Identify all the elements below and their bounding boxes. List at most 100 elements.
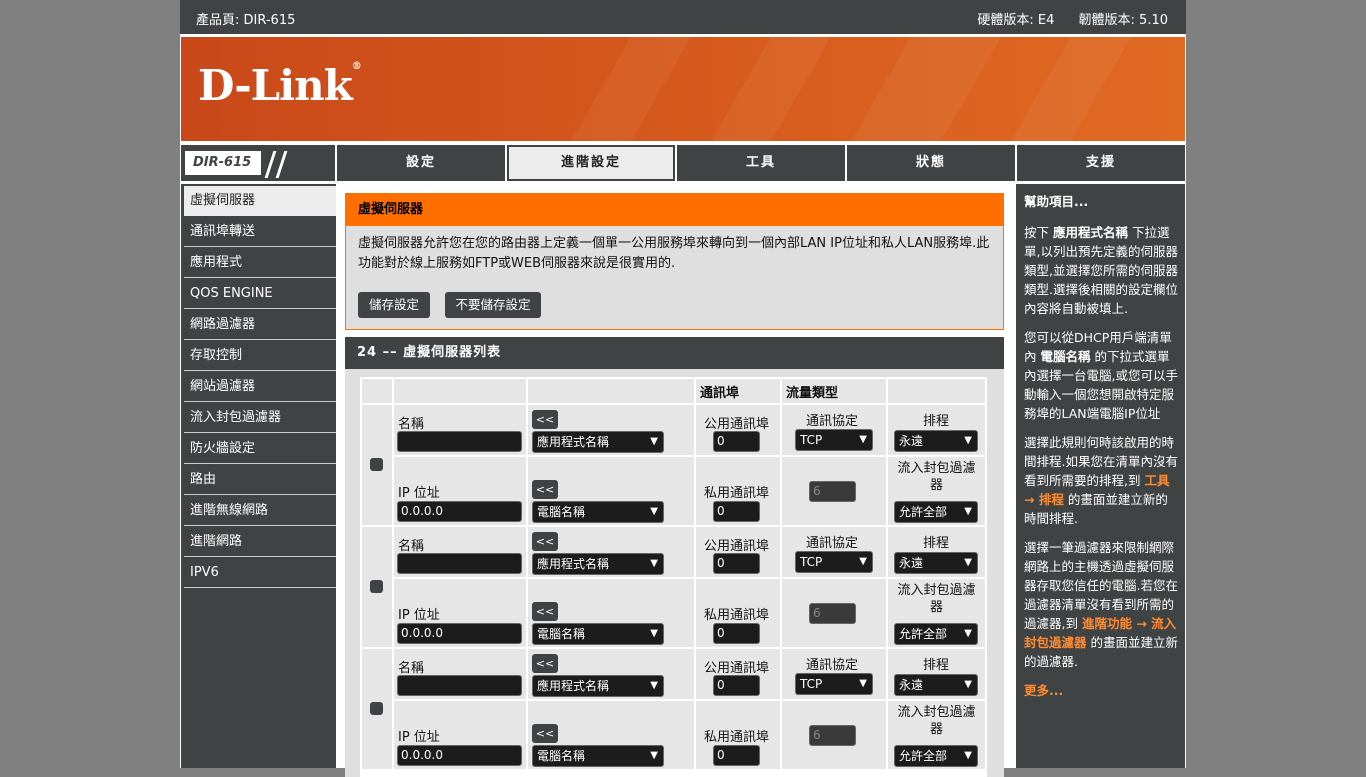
computer-name-select[interactable]: 電腦名稱 ▼ [532,745,664,767]
public-port-input[interactable]: 0 [713,675,760,696]
chevron-down-icon: ▼ [859,678,867,689]
protocol-number-input[interactable]: 6 [809,603,856,624]
private-port-label: 私用通訊埠 [704,730,770,745]
private-port-label: 私用通訊埠 [704,608,770,623]
tab-support[interactable]: 支援 [1017,145,1185,181]
chevron-down-icon: ▼ [650,436,658,447]
sidebar-item-inbound-filter[interactable]: 流入封包過濾器 [184,403,336,433]
copy-computer-name-button[interactable]: << [532,480,558,499]
application-name-select[interactable]: 應用程式名稱 ▼ [532,675,664,697]
top-nav: DIR-615 設定 進階設定 工具 狀態 支援 [180,144,1186,182]
protocol-select[interactable]: TCP ▼ [795,673,873,695]
copy-app-name-button[interactable]: << [532,532,558,551]
sidebar-item-routing[interactable]: 路由 [184,465,336,495]
name-input[interactable] [397,553,522,574]
ip-address-input[interactable]: 0.0.0.0 [397,623,522,644]
computer-name-select[interactable]: 電腦名稱 ▼ [532,501,664,523]
sidebar-item-application-rules[interactable]: 應用程式 [184,248,336,278]
chevron-down-icon: ▼ [650,680,658,691]
dlink-logo: D-Link® [198,61,362,110]
sidebar-item-port-forwarding[interactable]: 通訊埠轉送 [184,217,336,247]
schedule-label: 排程 [923,414,950,429]
tab-setup[interactable]: 設定 [337,145,505,181]
copy-computer-name-button[interactable]: << [532,724,558,743]
section-title: 虛擬伺服器 [346,194,1003,226]
copy-computer-name-button[interactable]: << [532,602,558,621]
schedule-select[interactable]: 永遠 ▼ [894,430,978,452]
schedule-select[interactable]: 永遠 ▼ [894,552,978,574]
tab-advanced[interactable]: 進階設定 [507,145,675,181]
chevron-down-icon: ▼ [650,750,658,761]
name-label: 名稱 [398,417,425,432]
private-port-input[interactable]: 0 [713,501,760,522]
protocol-label: 通訊協定 [806,536,859,551]
list-title: 24 –– 虛擬伺服器列表 [345,337,1004,369]
private-port-input[interactable]: 0 [713,745,760,766]
rule-enable-checkbox[interactable] [370,580,383,593]
brand-banner: D-Link® [181,37,1185,141]
sidebar-item-qos-engine[interactable]: QOS ENGINE [184,279,336,309]
name-input[interactable] [397,431,522,452]
sidebar-item-advanced-wireless[interactable]: 進階無線網路 [184,496,336,526]
sidebar-item-firewall-settings[interactable]: 防火牆設定 [184,434,336,464]
model-badge: DIR-615 [181,145,335,181]
private-port-input[interactable]: 0 [713,623,760,644]
schedule-value: 永遠 [899,434,924,448]
application-name-value: 應用程式名稱 [537,435,610,449]
computer-name-select[interactable]: 電腦名稱 ▼ [532,623,664,645]
help-paragraph-1: 按下 應用程式名稱 下拉選單,以列出預先定義的伺服器類型,並選擇您所需的伺服器類… [1024,225,1178,316]
chevron-down-icon: ▼ [964,557,972,568]
sidebar-item-virtual-server[interactable]: 虛擬伺服器 [184,186,336,216]
chevron-down-icon: ▼ [964,750,972,761]
firmware-version: 韌體版本: 5.10 [1078,13,1168,28]
computer-name-value: 電腦名稱 [537,749,586,763]
column-header-traffic-type: 流量類型 [786,386,839,401]
inbound-filter-label: 流入封包過濾器 [897,705,976,737]
help-panel: 幫助項目... 按下 應用程式名稱 下拉選單,以列出預先定義的伺服器類型,並選擇… [1016,184,1185,768]
name-input[interactable] [397,675,522,696]
sidebar-item-ipv6[interactable]: IPV6 [184,558,336,588]
application-name-select[interactable]: 應用程式名稱 ▼ [532,553,664,575]
public-port-input[interactable]: 0 [713,431,760,452]
protocol-value: TCP [800,433,823,447]
protocol-select[interactable]: TCP ▼ [795,429,873,451]
protocol-label: 通訊協定 [806,658,859,673]
main-content: 虛擬伺服器 虛擬伺服器允許您在您的路由器上定義一個單一公用服務埠來轉向到一個內部… [337,184,1014,777]
chevron-down-icon: ▼ [859,556,867,567]
tab-tools[interactable]: 工具 [677,145,845,181]
inbound-filter-label: 流入封包過濾器 [897,583,976,615]
chevron-down-icon: ▼ [650,628,658,639]
copy-app-name-button[interactable]: << [532,410,558,429]
sidebar-item-advanced-network[interactable]: 進階網路 [184,527,336,557]
save-settings-button[interactable]: 儲存設定 [358,292,430,318]
help-paragraph-3: 選擇此規則何時該啟用的時間排程.如果您在清單內沒有看到所需要的排程,到 工具 →… [1024,435,1178,526]
rule-enable-checkbox[interactable] [370,702,383,715]
tab-status[interactable]: 狀態 [847,145,1015,181]
computer-name-value: 電腦名稱 [537,627,586,641]
sidebar-item-network-filter[interactable]: 網路過濾器 [184,310,336,340]
rules-table: 通訊埠 流量類型 名稱 << 應用程式名稱 ▼ 公用通訊埠 0 通訊協定 TCP ▼ 排程 永遠 ▼ I… [360,377,987,777]
ip-address-input[interactable]: 0.0.0.0 [397,745,522,766]
sidebar-item-access-control[interactable]: 存取控制 [184,341,336,371]
protocol-select[interactable]: TCP ▼ [795,551,873,573]
copy-app-name-button[interactable]: << [532,654,558,673]
inbound-filter-select[interactable]: 允許全部 ▼ [894,745,978,767]
protocol-number-input[interactable]: 6 [809,481,856,502]
sidebar-item-website-filter[interactable]: 網站過濾器 [184,372,336,402]
public-port-input[interactable]: 0 [713,553,760,574]
inbound-filter-select[interactable]: 允許全部 ▼ [894,623,978,645]
dont-save-settings-button[interactable]: 不要儲存設定 [445,292,541,318]
inbound-filter-select[interactable]: 允許全部 ▼ [894,501,978,523]
application-name-value: 應用程式名稱 [537,557,610,571]
application-name-select[interactable]: 應用程式名稱 ▼ [532,431,664,453]
top-info-bar: 產品頁: DIR-615 硬體版本: E4 韌體版本: 5.10 [180,0,1186,34]
chevron-down-icon: ▼ [964,679,972,690]
help-more-link[interactable]: 更多... [1024,683,1063,698]
help-paragraph-4: 選擇一筆過濾器來限制網際網路上的主機透過虛擬伺服器存取您信任的電腦.若您在過濾器… [1024,540,1179,669]
protocol-number-input[interactable]: 6 [809,725,856,746]
rule-enable-checkbox[interactable] [370,458,383,471]
ip-address-input[interactable]: 0.0.0.0 [397,501,522,522]
page: 產品頁: DIR-615 硬體版本: E4 韌體版本: 5.10 D-Link®… [180,0,1186,777]
schedule-select[interactable]: 永遠 ▼ [894,674,978,696]
protocol-label: 通訊協定 [806,414,859,429]
